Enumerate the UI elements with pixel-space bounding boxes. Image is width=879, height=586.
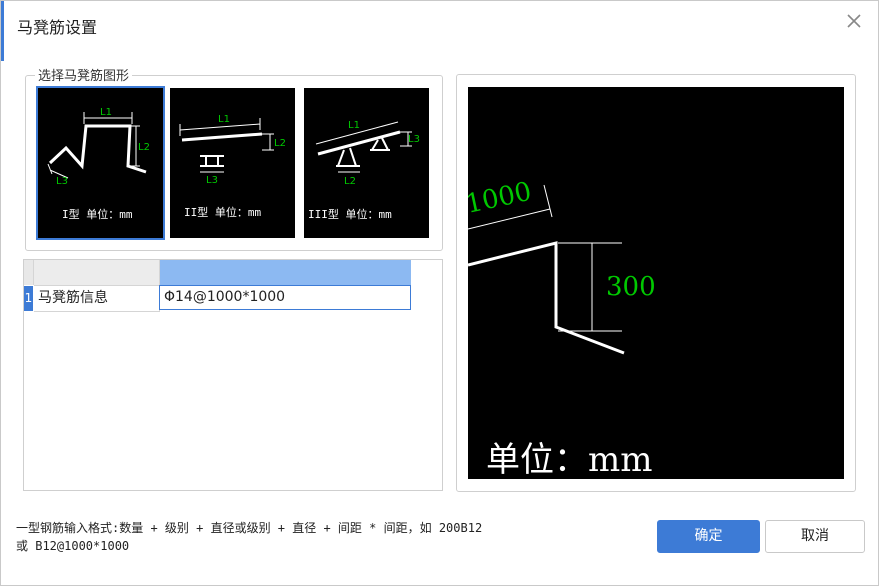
grid-header-name	[34, 260, 160, 286]
preview-dim-l1: 1000	[468, 177, 534, 220]
dialog-title: 马凳筋设置	[17, 18, 98, 37]
property-value-cell[interactable]: Φ14@1000*1000	[159, 285, 411, 310]
shape1-label-l2: L2	[138, 142, 150, 153]
shape1-label-l3: L3	[56, 176, 68, 187]
close-icon[interactable]	[844, 11, 864, 31]
property-grid: 1 马凳筋信息 Φ14@1000*1000	[23, 259, 443, 491]
shape3-caption: III型 单位：mm	[308, 207, 392, 221]
cancel-button[interactable]: 取消	[765, 520, 865, 553]
shape2-label-l2: L2	[274, 138, 286, 149]
shape2-caption: II型 单位：mm	[184, 205, 261, 219]
shape-group-legend: 选择马凳筋图形	[35, 65, 133, 84]
preview-dim-l2: 300	[606, 272, 656, 302]
shape-type-2[interactable]: L1 L2 L3 II型 单位：mm	[170, 88, 295, 238]
hint-line-1: 一型钢筋输入格式:数量 + 级别 + 直径或级别 + 直径 + 间距 * 间距，…	[16, 521, 483, 535]
shape2-label-l1: L1	[218, 114, 230, 125]
shape-type-3[interactable]: L1 L3 L2 III型 单位：mm	[304, 88, 429, 238]
shape-type-1[interactable]: L1 L2 L3 I型 单位：mm	[36, 86, 165, 240]
shape2-label-l3: L3	[206, 175, 218, 186]
property-name-cell: 马凳筋信息	[34, 286, 160, 312]
row-number: 1	[24, 286, 33, 311]
preview-unit: 单位：mm	[486, 440, 652, 479]
shape3-label-l3: L3	[408, 134, 420, 145]
dialog: 马凳筋设置 选择马凳筋图形 L1 L2 L3 I型 单位：mm L1 L2 L3…	[0, 0, 879, 586]
title-accent	[1, 1, 4, 61]
grid-header-gutter	[24, 260, 34, 285]
shape3-label-l2: L2	[344, 176, 356, 187]
shape1-label-l1: L1	[100, 107, 112, 118]
shape3-label-l1: L1	[348, 120, 360, 131]
input-format-hint: 一型钢筋输入格式:数量 + 级别 + 直径或级别 + 直径 + 间距 * 间距，…	[16, 519, 636, 555]
ok-button[interactable]: 确定	[657, 520, 760, 553]
hint-line-2: 或 B12@1000*1000	[16, 539, 130, 553]
grid-header-value	[160, 260, 411, 285]
shape1-caption: I型 单位：mm	[62, 207, 133, 221]
preview-canvas: 1000 300 单位：mm	[468, 87, 844, 479]
